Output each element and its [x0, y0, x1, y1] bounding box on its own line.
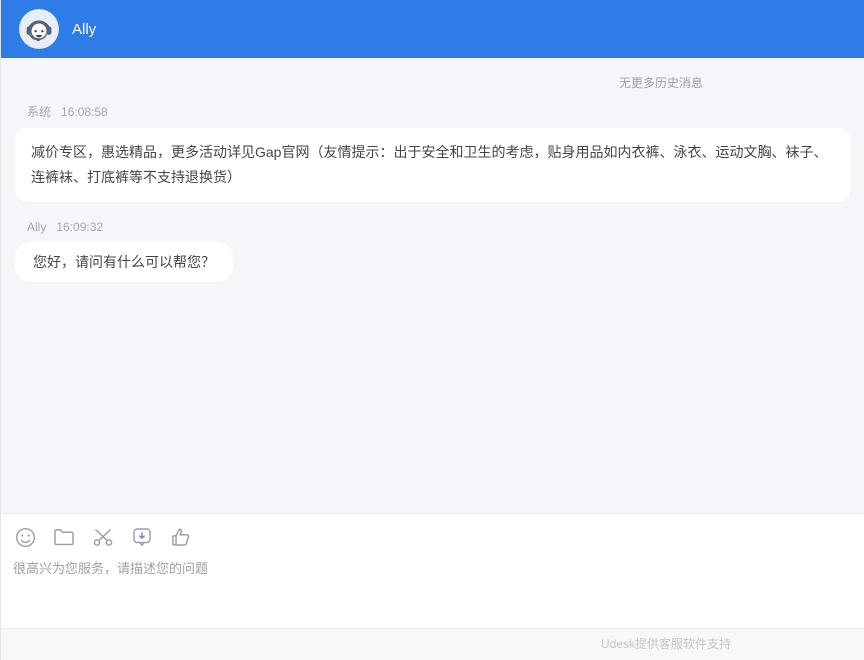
file-download-icon	[130, 525, 154, 549]
message-time: 16:09:32	[56, 220, 103, 234]
message-bubble: 您好，请问有什么可以帮您？	[15, 242, 233, 282]
composer-toolbar	[1, 514, 864, 549]
file-upload-button[interactable]	[52, 525, 76, 549]
message-meta: Ally 16:09:32	[27, 220, 838, 234]
message-input[interactable]	[1, 549, 864, 609]
chat-widget: Ally 无更多历史消息 系统 16:08:58 减价专区，惠选精品，更多活动详见…	[0, 0, 864, 660]
chat-header: Ally	[1, 0, 864, 58]
history-notice: 无更多历史消息	[1, 58, 864, 91]
message-sender: Ally	[27, 220, 46, 234]
message-meta: 系统 16:08:58	[27, 103, 838, 120]
composer	[1, 513, 864, 628]
message-bubble: 减价专区，惠选精品，更多活动详见Gap官网（友情提示：出于安全和卫生的考虑，贴身…	[15, 128, 850, 202]
scissors-icon	[91, 525, 115, 549]
agent-avatar	[19, 9, 59, 49]
emoji-button[interactable]	[13, 525, 37, 549]
support-agent-icon	[19, 36, 59, 49]
message-time: 16:08:58	[61, 105, 108, 119]
chat-message-system: 系统 16:08:58 减价专区，惠选精品，更多活动详见Gap官网（友情提示：出于…	[15, 103, 850, 202]
chat-message-area[interactable]: 无更多历史消息 系统 16:08:58 减价专区，惠选精品，更多活动详见Gap官网…	[1, 58, 864, 513]
thumbs-up-icon	[169, 525, 193, 549]
file-download-button[interactable]	[130, 525, 154, 549]
message-sender: 系统	[27, 105, 51, 119]
screenshot-button[interactable]	[91, 525, 115, 549]
folder-icon	[52, 525, 76, 549]
emoji-icon	[14, 526, 37, 549]
rate-button[interactable]	[169, 525, 193, 549]
agent-name: Ally	[72, 21, 96, 38]
chat-message-agent: Ally 16:09:32 您好，请问有什么可以帮您？	[15, 220, 850, 282]
powered-by-text: Udesk提供客服软件支持	[601, 637, 731, 651]
powered-by-footer: Udesk提供客服软件支持	[1, 628, 864, 660]
